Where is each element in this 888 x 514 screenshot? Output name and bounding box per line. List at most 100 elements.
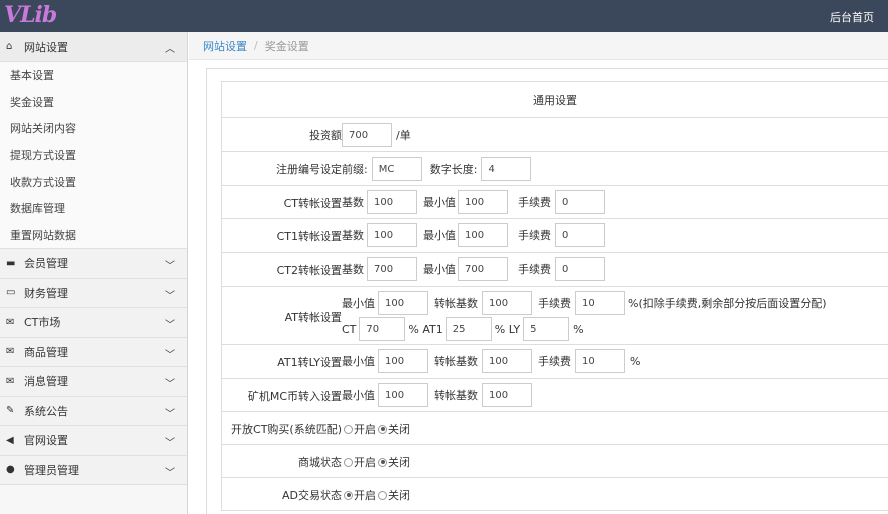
field-label: CT转帐设置 bbox=[283, 197, 342, 210]
sidebar-item-bonus-settings[interactable]: 奖金设置 bbox=[0, 88, 187, 116]
ct1-fee-input[interactable]: 0 bbox=[555, 223, 605, 247]
sidebar-group-label: 会员管理 bbox=[24, 257, 68, 271]
home-icon: ⌂ bbox=[6, 41, 13, 52]
ct-min-input[interactable]: 100 bbox=[458, 190, 508, 214]
base-label: 基数 bbox=[342, 229, 364, 242]
radio-label: 开启 bbox=[354, 456, 376, 469]
ct1-base-input[interactable]: 100 bbox=[367, 223, 417, 247]
radio-label: 开启 bbox=[354, 489, 376, 502]
envelope-icon: ✉ bbox=[6, 346, 15, 358]
sidebar-submenu: 基本设置 奖金设置 网站关闭内容 提现方式设置 收款方式设置 数据库管理 重置网… bbox=[0, 62, 187, 250]
field-label: 商城状态 bbox=[298, 456, 342, 469]
sidebar: ⌂ 网站设置 ︿ 基本设置 奖金设置 网站关闭内容 提现方式设置 收款方式设置 … bbox=[0, 32, 188, 514]
sidebar-item-payment-method[interactable]: 收款方式设置 bbox=[0, 168, 187, 195]
sidebar-group-products[interactable]: ✉ 商品管理 ﹀ bbox=[0, 337, 187, 368]
prefix-label: 前缀: bbox=[342, 163, 368, 176]
form-row-ct1-transfer: CT1转帐设置 基数 100 最小值 100 手续费 0 bbox=[222, 219, 888, 253]
min-label: 最小值 bbox=[342, 297, 375, 310]
ct1-min-input[interactable]: 100 bbox=[458, 223, 508, 247]
at-ly-ratio-input[interactable]: 5 bbox=[523, 317, 570, 341]
ct-buy-off-radio[interactable] bbox=[378, 424, 387, 434]
ct-base-input[interactable]: 100 bbox=[367, 190, 417, 214]
sidebar-item-reset-data[interactable]: 重置网站数据 bbox=[0, 221, 187, 249]
sidebar-item-database[interactable]: 数据库管理 bbox=[0, 194, 187, 222]
digit-length-label: 数字长度: bbox=[429, 163, 478, 176]
at-at1-ratio-input[interactable]: 25 bbox=[445, 317, 492, 341]
sidebar-group-official-site[interactable]: ◀ 官网设置 ﹀ bbox=[0, 426, 187, 456]
radio-label: 关闭 bbox=[388, 489, 410, 502]
fee-label: 手续费 bbox=[518, 229, 551, 242]
form-row-mall-status: 商城状态 开启 关闭 bbox=[222, 445, 888, 478]
base-label: 基数 bbox=[342, 196, 364, 209]
settings-form: 通用设置 投资额 700 /单 注册编号设定 前缀: MC 数字长度: 4 CT… bbox=[221, 81, 888, 511]
section-title: 通用设置 bbox=[533, 94, 577, 107]
sidebar-item-basic-settings[interactable]: 基本设置 bbox=[0, 62, 187, 89]
field-label: 投资额 bbox=[309, 129, 342, 142]
at1ly-base-input[interactable]: 100 bbox=[482, 349, 532, 373]
base-label: 转帐基数 bbox=[434, 355, 478, 368]
site-logo[interactable]: VLib bbox=[4, 2, 57, 30]
sidebar-group-finance[interactable]: ▭ 财务管理 ﹀ bbox=[0, 278, 187, 309]
sidebar-group-label: 系统公告 bbox=[24, 404, 68, 418]
mall-off-radio[interactable] bbox=[378, 457, 387, 467]
edit-icon: ✎ bbox=[6, 405, 15, 417]
sidebar-group-ct-market[interactable]: ✉ CT市场 ﹀ bbox=[0, 308, 187, 338]
fee-note: %(扣除手续费,剩余部分按后面设置分配) bbox=[628, 297, 827, 310]
ad-on-radio[interactable] bbox=[344, 490, 353, 500]
mall-on-radio[interactable] bbox=[344, 457, 353, 467]
sidebar-group-label: 消息管理 bbox=[24, 375, 68, 389]
min-label: 最小值 bbox=[423, 229, 456, 242]
sidebar-group-messages[interactable]: ✉ 消息管理 ﹀ bbox=[0, 367, 187, 397]
breadcrumb-current: 奖金设置 bbox=[264, 39, 309, 53]
form-row-at-transfer: AT转帐设置 最小值 100 转帐基数 100 手续费 10 %(扣除手续费,剩… bbox=[222, 287, 888, 345]
breadcrumb-parent-link[interactable]: 网站设置 bbox=[203, 38, 247, 54]
sidebar-group-announcements[interactable]: ✎ 系统公告 ﹀ bbox=[0, 396, 187, 427]
ct2-fee-input[interactable]: 0 bbox=[555, 257, 605, 281]
at1ly-min-input[interactable]: 100 bbox=[378, 349, 428, 373]
breadcrumb-separator: / bbox=[254, 39, 258, 52]
prefix-input[interactable]: MC bbox=[371, 157, 422, 181]
fee-label: 手续费 bbox=[538, 297, 571, 310]
sidebar-group-site-settings[interactable]: ⌂ 网站设置 ︿ bbox=[0, 32, 187, 62]
at-ct-ratio-input[interactable]: 70 bbox=[359, 317, 406, 341]
mc-min-input[interactable]: 100 bbox=[378, 383, 428, 407]
sidebar-group-admins[interactable]: ● 管理员管理 ﹀ bbox=[0, 455, 187, 486]
admin-home-link[interactable]: 后台首页 bbox=[830, 9, 874, 25]
ct2-min-input[interactable]: 700 bbox=[458, 257, 508, 281]
at-base-input[interactable]: 100 bbox=[482, 291, 532, 315]
chevron-up-icon: ︿ bbox=[165, 44, 175, 55]
percent-text: % bbox=[573, 322, 584, 336]
form-row-mc-transfer-in: 矿机MC币转入设置 最小值 100 转帐基数 100 bbox=[222, 379, 888, 412]
at-min-input[interactable]: 100 bbox=[378, 291, 428, 315]
sidebar-group-label: 网站设置 bbox=[24, 40, 68, 54]
mc-base-input[interactable]: 100 bbox=[482, 383, 532, 407]
sidebar-item-site-close-content[interactable]: 网站关闭内容 bbox=[0, 115, 187, 142]
field-label: AT转帐设置 bbox=[284, 311, 342, 324]
ct-fee-input[interactable]: 0 bbox=[555, 190, 605, 214]
ct2-base-input[interactable]: 700 bbox=[367, 257, 417, 281]
at1ly-fee-input[interactable]: 10 bbox=[575, 349, 625, 373]
base-label: 转帐基数 bbox=[434, 297, 478, 310]
breadcrumb: 网站设置 / 奖金设置 bbox=[189, 32, 888, 60]
sidebar-group-label: 财务管理 bbox=[24, 286, 68, 300]
at-fee-input[interactable]: 10 bbox=[575, 291, 625, 315]
sidebar-group-label: 商品管理 bbox=[24, 345, 68, 359]
unit-text: /单 bbox=[396, 129, 411, 142]
radio-label: 开启 bbox=[354, 423, 376, 436]
chevron-down-icon: ﹀ bbox=[165, 261, 175, 273]
sidebar-group-members[interactable]: ▬ 会员管理 ﹀ bbox=[0, 249, 187, 279]
field-label: AT1转LY设置 bbox=[277, 356, 342, 369]
digit-length-input[interactable]: 4 bbox=[481, 157, 532, 181]
field-label: CT1转帐设置 bbox=[276, 230, 342, 243]
form-row-ct-buy: 开放CT购买(系统匹配) 开启 关闭 bbox=[222, 412, 888, 445]
chevron-down-icon: ﹀ bbox=[165, 349, 175, 361]
field-label: AD交易状态 bbox=[282, 489, 342, 502]
user-icon: ● bbox=[6, 464, 15, 476]
sidebar-group-label: 管理员管理 bbox=[24, 463, 79, 477]
at1-ratio-label: % AT1 bbox=[408, 322, 443, 336]
sidebar-item-withdraw-method[interactable]: 提现方式设置 bbox=[0, 141, 187, 169]
invest-amount-input[interactable]: 700 bbox=[342, 123, 392, 147]
ad-off-radio[interactable] bbox=[378, 490, 387, 500]
ct-buy-on-radio[interactable] bbox=[344, 424, 353, 434]
field-label: 开放CT购买(系统匹配) bbox=[231, 423, 342, 436]
